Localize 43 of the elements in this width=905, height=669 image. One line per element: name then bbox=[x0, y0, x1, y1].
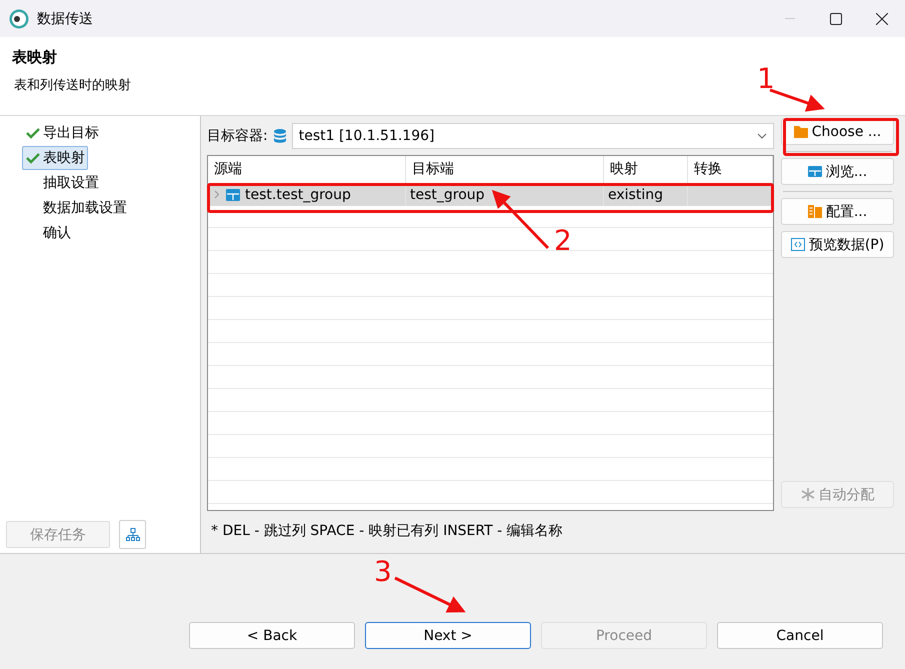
column-header[interactable]: 源端 bbox=[208, 156, 406, 183]
footer-button[interactable]: Cancel bbox=[717, 622, 883, 649]
page-title: 表映射 bbox=[12, 47, 58, 67]
side-button[interactable]: 预览数据(P) bbox=[781, 231, 894, 258]
chevron-down-icon[interactable] bbox=[756, 133, 767, 139]
nav-item[interactable]: 数据加载设置 bbox=[22, 196, 130, 220]
column-header[interactable]: 目标端 bbox=[406, 156, 604, 183]
nav-item[interactable]: 导出目标 bbox=[22, 121, 102, 145]
table-cell-text: test.test_group bbox=[245, 186, 351, 204]
nav-item[interactable]: 表映射 bbox=[22, 146, 88, 170]
target-dropdown[interactable]: test1 [10.1.51.196] bbox=[292, 123, 774, 149]
nav-item[interactable]: 确认 bbox=[22, 221, 74, 245]
page-subtitle: 表和列传送时的映射 bbox=[13, 77, 131, 94]
folder-icon bbox=[794, 125, 808, 138]
shortcut-hint: * DEL - 跳过列 SPACE - 映射已有列 INSERT - 编辑名称 bbox=[211, 522, 564, 540]
side-button[interactable]: 浏览... bbox=[781, 158, 894, 185]
table-icon bbox=[226, 188, 240, 200]
target-label: 目标容器: bbox=[207, 127, 268, 145]
code-icon bbox=[790, 238, 805, 251]
table-cell-text: existing bbox=[608, 186, 663, 204]
hierarchy-button[interactable] bbox=[119, 520, 146, 549]
annotation-number: 3 bbox=[374, 555, 392, 588]
window-title: 数据传送 bbox=[37, 10, 93, 28]
database-icon bbox=[274, 129, 286, 143]
config-icon bbox=[808, 205, 822, 218]
table-icon bbox=[808, 165, 822, 178]
column-header[interactable]: 转换 bbox=[688, 156, 773, 183]
side-button[interactable]: 配置... bbox=[781, 198, 894, 225]
asterisk-icon bbox=[800, 488, 814, 501]
footer-button[interactable]: < Back bbox=[189, 622, 355, 649]
annotation-arrow bbox=[770, 88, 825, 112]
app-logo-icon bbox=[9, 8, 29, 28]
column-header[interactable]: 映射 bbox=[604, 156, 688, 183]
annotation-arrow bbox=[394, 576, 466, 613]
close-icon[interactable] bbox=[876, 12, 888, 24]
nav-item[interactable]: 抽取设置 bbox=[22, 171, 102, 195]
hierarchy-icon bbox=[126, 528, 140, 541]
maximize-icon[interactable] bbox=[830, 12, 842, 24]
table-cell-text: test_group bbox=[410, 186, 485, 204]
annotation-number: 2 bbox=[554, 224, 572, 257]
footer-button[interactable]: Next > bbox=[365, 622, 531, 649]
annotation-arrow bbox=[492, 190, 550, 250]
annotation-number: 1 bbox=[757, 62, 775, 95]
